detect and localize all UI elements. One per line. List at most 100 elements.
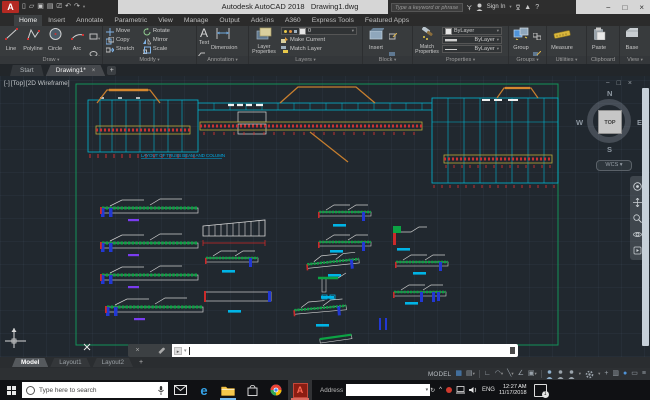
language-indicator[interactable]: ENG xyxy=(482,387,495,393)
minimize-button[interactable]: − xyxy=(606,3,611,12)
taskbar-app-store[interactable] xyxy=(240,380,264,400)
move-tool[interactable]: Move xyxy=(106,27,134,36)
make-current-tool[interactable]: Make Current xyxy=(281,36,359,45)
undo-icon[interactable]: ↶ xyxy=(65,0,71,14)
ribbon-tab-featured-apps[interactable]: Featured Apps xyxy=(360,15,414,26)
viewport-restore-icon[interactable]: □ xyxy=(617,80,621,87)
layer-properties-tool[interactable]: Layer Properties xyxy=(249,26,279,55)
volume-icon[interactable] xyxy=(469,386,478,394)
taskbar-clock[interactable]: 12:27 AM 11/17/2018 xyxy=(499,384,527,397)
annotation-scale-caret-icon[interactable]: ▾ xyxy=(579,372,581,376)
search-binoculars-icon[interactable]: 🝁 xyxy=(467,0,472,14)
properties-panel-label[interactable]: Properties ▾ xyxy=(413,56,508,64)
ortho-mode-icon[interactable]: ∟ xyxy=(484,368,491,380)
model-space-label[interactable]: MODEL xyxy=(428,371,451,378)
viewcube-west[interactable]: W xyxy=(576,118,583,127)
save-icon[interactable]: ▣ xyxy=(37,0,44,14)
stretch-tool[interactable]: Stretch xyxy=(106,45,134,54)
save-as-icon[interactable]: ▤ xyxy=(47,0,54,14)
taskbar-app-edge[interactable]: e xyxy=(192,380,216,400)
viewcube[interactable]: TOP N S W E xyxy=(578,90,644,156)
polar-tracking-icon[interactable]: ◠▾ xyxy=(495,368,503,380)
customization-plus-icon[interactable]: + xyxy=(604,368,608,380)
ribbon-tab-annotate[interactable]: Annotate xyxy=(71,15,108,26)
file-tab-drawing1[interactable]: Drawing1*× xyxy=(46,65,106,76)
annotation-autoscale-icon[interactable] xyxy=(557,370,564,379)
taskbar-app-chrome[interactable] xyxy=(264,380,288,400)
object-color-dropdown[interactable]: ByLayer ▾ xyxy=(442,27,502,35)
layer-dropdown[interactable]: 0 ▾ xyxy=(281,27,357,35)
orbit-icon[interactable] xyxy=(633,230,642,239)
block-edit-icon[interactable] xyxy=(389,27,397,45)
clipboard-panel-label[interactable]: Clipboard xyxy=(587,56,619,64)
file-tab-start[interactable]: Start xyxy=(10,65,44,76)
zoom-icon[interactable] xyxy=(633,214,642,223)
command-grip-handle[interactable] xyxy=(510,347,515,354)
new-file-icon[interactable]: ▯ xyxy=(22,0,26,14)
view-panel-label[interactable]: View ▾ xyxy=(620,56,650,64)
annotation-visibility-icon[interactable] xyxy=(546,370,553,379)
object-snap-tracking-icon[interactable]: ∠ xyxy=(518,368,524,380)
command-close-icon[interactable]: × xyxy=(135,347,139,354)
ribbon-tab-manage[interactable]: Manage xyxy=(179,15,214,26)
plot-icon[interactable]: ⎚ xyxy=(57,0,63,14)
tab-layout1[interactable]: Layout1 xyxy=(50,358,90,367)
rotate-tool[interactable]: Rotate xyxy=(143,27,170,36)
utilities-panel-label[interactable]: Utilities ▾ xyxy=(547,56,586,64)
workspace-gear-icon[interactable] xyxy=(585,370,594,379)
annotation-panel-label[interactable]: Annotation ▾ xyxy=(197,56,248,64)
scale-tool[interactable]: Scale xyxy=(143,45,170,54)
showmotion-icon[interactable] xyxy=(633,246,642,255)
viewport-minimize-icon[interactable]: − xyxy=(606,80,610,87)
address-go-icon[interactable]: ↻ xyxy=(430,387,435,394)
start-button[interactable] xyxy=(0,380,22,400)
viewcube-north[interactable]: N xyxy=(607,89,612,98)
taskbar-app-file-explorer[interactable] xyxy=(216,380,240,400)
autocad-logo-icon[interactable]: A xyxy=(2,1,19,13)
ribbon-tab-output[interactable]: Output xyxy=(214,15,244,26)
ribbon-tab-view[interactable]: View xyxy=(153,15,178,26)
alert-icon[interactable]: ▲ xyxy=(524,4,531,11)
polyline-tool[interactable]: Polyline xyxy=(22,26,44,52)
ribbon-tab-addins[interactable]: Add-ins xyxy=(246,15,279,26)
text-tool[interactable]: A Text xyxy=(197,26,211,46)
match-properties-tool[interactable]: Match Properties xyxy=(413,26,441,55)
command-input[interactable]: ▸ ▾ xyxy=(172,344,518,357)
help-icon[interactable]: ? xyxy=(535,4,539,11)
hidden-icons-chevron[interactable]: ^ xyxy=(439,387,442,393)
keyword-search-input[interactable]: Type a keyword or phrase xyxy=(391,3,463,12)
close-button[interactable]: × xyxy=(639,3,644,12)
tab-model[interactable]: Model xyxy=(12,358,48,367)
linetype-dropdown[interactable]: ByLayer ▾ xyxy=(442,45,502,53)
block-panel-label[interactable]: Block ▾ xyxy=(363,56,412,64)
sign-in-button[interactable]: Sign In xyxy=(487,4,506,10)
clean-screen-icon[interactable]: ▭ xyxy=(631,368,638,380)
layers-panel-label[interactable]: Layers ▾ xyxy=(249,56,362,64)
tray-app-icon[interactable] xyxy=(446,387,452,393)
action-center-icon[interactable]: 1 xyxy=(534,384,547,397)
lineweight-dropdown[interactable]: ByLayer ▾ xyxy=(442,36,502,44)
qat-dropdown-icon[interactable]: ▾ xyxy=(83,5,85,9)
match-layer-tool[interactable]: Match Layer xyxy=(281,45,359,54)
wcs-button[interactable]: WCS ▾ xyxy=(596,160,632,171)
sign-in-caret-icon[interactable]: ▾ xyxy=(509,5,511,9)
viewport-close-icon[interactable]: × xyxy=(628,80,632,87)
draw-panel-label[interactable]: Draw ▾ xyxy=(0,56,102,64)
groups-panel-label[interactable]: Groups ▾ xyxy=(509,56,546,64)
copy-tool[interactable]: Copy xyxy=(106,36,134,45)
tab-layout2[interactable]: Layout2 xyxy=(93,358,133,367)
microphone-icon[interactable] xyxy=(158,386,164,395)
command-customize-wrench-icon[interactable] xyxy=(155,346,165,356)
new-tab-button[interactable]: + xyxy=(107,66,116,75)
taskbar-app-mail[interactable] xyxy=(168,380,192,400)
drawing-canvas[interactable]: LAYOUT OF TRUSS BEAM AND COLUMN xyxy=(0,76,650,357)
ribbon-tab-a360[interactable]: A360 xyxy=(280,15,306,26)
group-tool[interactable]: Group xyxy=(509,26,533,51)
viewport-view-control[interactable]: [Top] xyxy=(11,80,25,87)
taskbar-search[interactable]: Type here to search xyxy=(22,382,168,398)
maximize-button[interactable]: □ xyxy=(622,3,627,12)
vertical-scrollbar[interactable] xyxy=(642,88,649,346)
isometric-drafting-icon[interactable]: ╲▾ xyxy=(507,368,513,380)
base-tool[interactable]: Base xyxy=(620,26,644,51)
pc-status-icon[interactable] xyxy=(456,386,465,394)
